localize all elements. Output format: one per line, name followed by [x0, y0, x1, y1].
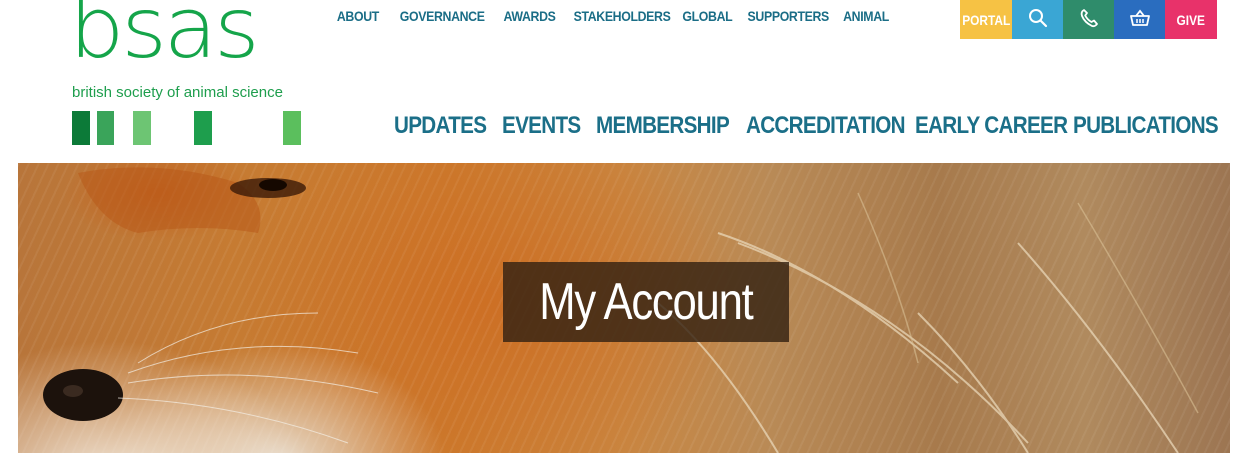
- basket-icon: [1129, 8, 1151, 31]
- basket-button[interactable]: [1114, 0, 1165, 39]
- bsas-logo[interactable]: bsas british society of animal science: [69, 0, 304, 145]
- give-label: GIVE: [1176, 11, 1206, 28]
- portal-label: PORTAL: [961, 11, 1011, 28]
- logo-bars: [72, 111, 304, 145]
- top-nav-governance[interactable]: GOVERNANCE: [400, 0, 485, 32]
- main-nav: UPDATES EVENTS MEMBERSHIP ACCREDITATION …: [384, 112, 1242, 140]
- phone-icon: [1079, 8, 1099, 31]
- top-nav-awards[interactable]: AWARDS: [504, 0, 556, 32]
- utility-bar: PORTAL GIVE: [960, 0, 1217, 39]
- main-nav-events[interactable]: EVENTS: [502, 112, 581, 140]
- logo-wordmark: bsas: [69, 0, 260, 77]
- phone-button[interactable]: [1063, 0, 1114, 39]
- logo-bar: [283, 111, 301, 145]
- main-nav-updates[interactable]: UPDATES: [394, 112, 487, 140]
- hero-banner: My Account: [18, 163, 1230, 453]
- give-button[interactable]: GIVE: [1165, 0, 1217, 39]
- logo-bar: [72, 111, 90, 145]
- top-nav-stakeholders[interactable]: STAKEHOLDERS: [574, 0, 671, 32]
- logo-bar: [133, 111, 151, 145]
- top-nav-global[interactable]: GLOBAL: [683, 0, 733, 32]
- top-nav-about[interactable]: ABOUT: [337, 0, 379, 32]
- logo-bar: [194, 111, 212, 145]
- main-nav-publications[interactable]: PUBLICATIONS: [1073, 112, 1219, 140]
- page-title: My Account: [539, 273, 753, 331]
- search-button[interactable]: [1012, 0, 1063, 39]
- main-nav-early-career[interactable]: EARLY CAREER: [915, 112, 1068, 140]
- logo-tagline: british society of animal science: [72, 84, 283, 101]
- logo-bar: [97, 111, 114, 145]
- main-nav-membership[interactable]: MEMBERSHIP: [596, 112, 730, 140]
- search-icon: [1028, 8, 1048, 31]
- main-nav-accreditation[interactable]: ACCREDITATION: [746, 112, 906, 140]
- hero-title-box: My Account: [503, 262, 789, 342]
- top-nav-animal[interactable]: ANIMAL: [844, 0, 890, 32]
- portal-button[interactable]: PORTAL: [960, 0, 1012, 39]
- top-nav: ABOUT GOVERNANCE AWARDS STAKEHOLDERS GLO…: [330, 0, 895, 39]
- top-nav-supporters[interactable]: SUPPORTERS: [748, 0, 830, 32]
